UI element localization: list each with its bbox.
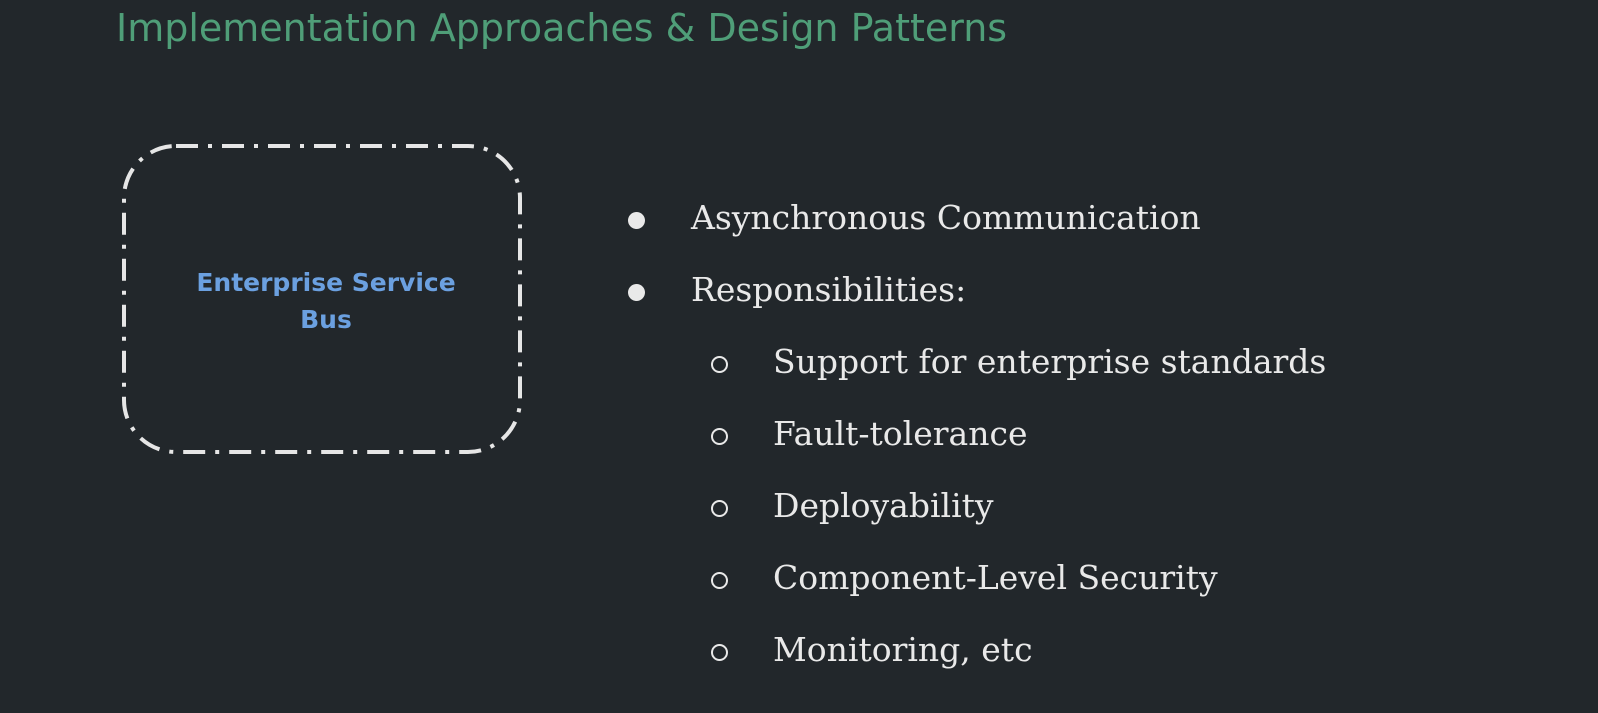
box-label-container: Enterprise Service Bus bbox=[120, 142, 532, 460]
sub-bullet-item: Monitoring, etc bbox=[773, 630, 1033, 669]
bullet-circle-icon bbox=[711, 500, 728, 517]
bullet-item: Responsibilities: bbox=[691, 270, 967, 309]
bullet-disc-icon bbox=[628, 212, 645, 229]
sub-bullet-item: Fault-tolerance bbox=[773, 414, 1028, 453]
bullet-item: Asynchronous Communication bbox=[691, 198, 1201, 237]
bullet-circle-icon bbox=[711, 644, 728, 661]
box-label: Enterprise Service Bus bbox=[196, 268, 456, 334]
sub-bullet-item: Support for enterprise standards bbox=[773, 342, 1327, 381]
enterprise-service-bus-box: Enterprise Service Bus bbox=[120, 142, 532, 460]
bullet-circle-icon bbox=[711, 428, 728, 445]
bullet-circle-icon bbox=[711, 356, 728, 373]
bullet-disc-icon bbox=[628, 284, 645, 301]
bullet-circle-icon bbox=[711, 572, 728, 589]
sub-bullet-item: Component-Level Security bbox=[773, 558, 1218, 597]
slide-title: Implementation Approaches & Design Patte… bbox=[116, 6, 1008, 50]
sub-bullet-item: Deployability bbox=[773, 486, 994, 525]
